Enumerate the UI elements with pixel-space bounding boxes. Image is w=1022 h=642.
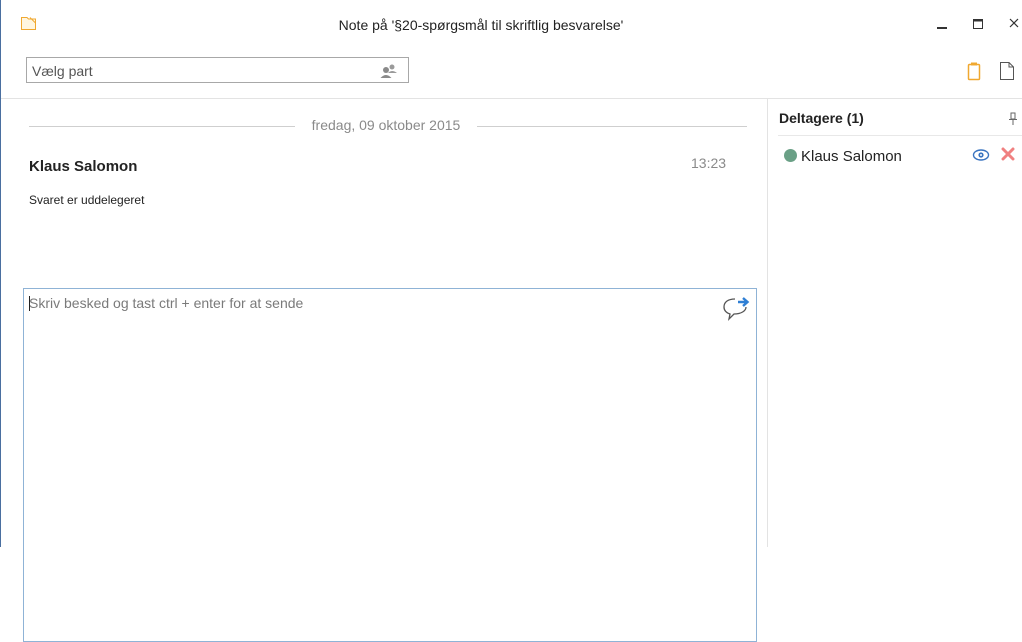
text-caret: [29, 296, 30, 311]
date-separator: fredag, 09 oktober 2015: [29, 117, 747, 133]
participant-item[interactable]: Klaus Salomon: [784, 147, 1018, 167]
date-line-left: [29, 126, 295, 127]
date-label: fredag, 09 oktober 2015: [311, 117, 461, 133]
message-text: Svaret er uddelegeret: [29, 193, 145, 207]
close-icon[interactable]: [1005, 14, 1022, 34]
composer-placeholder: Skriv besked og tast ctrl + enter for at…: [29, 295, 304, 311]
toolbar: Vælg part: [1, 46, 1022, 99]
party-select[interactable]: Vælg part: [26, 57, 409, 83]
participants-separator: [778, 135, 1022, 136]
party-select-placeholder: Vælg part: [32, 63, 93, 79]
remove-icon[interactable]: [1001, 147, 1015, 161]
people-icon[interactable]: [379, 62, 399, 80]
message-composer[interactable]: Skriv besked og tast ctrl + enter for at…: [23, 288, 757, 642]
note-window: Note på '§20-spørgsmål til skriftlig bes…: [0, 0, 1022, 642]
eye-icon[interactable]: [972, 147, 990, 163]
pin-icon[interactable]: [1008, 112, 1018, 126]
participant-name: Klaus Salomon: [801, 148, 902, 165]
chat-panel: fredag, 09 oktober 2015 Klaus Salomon 13…: [1, 99, 767, 642]
send-icon[interactable]: [719, 292, 753, 322]
page-icon[interactable]: [998, 61, 1016, 81]
title-bar: Note på '§20-spørgsmål til skriftlig bes…: [1, 0, 1022, 46]
participants-header: Deltagere (1): [779, 110, 864, 126]
maximize-icon[interactable]: [967, 14, 989, 34]
clipboard-icon[interactable]: [967, 61, 981, 81]
status-dot: [784, 149, 797, 162]
message-author: Klaus Salomon: [29, 158, 138, 175]
participants-panel: Deltagere (1) Klaus Salomon: [768, 99, 1022, 547]
date-line-right: [477, 126, 747, 127]
window-title: Note på '§20-spørgsmål til skriftlig bes…: [338, 17, 624, 33]
minimize-icon[interactable]: [931, 14, 953, 34]
message-time: 13:23: [691, 155, 727, 171]
